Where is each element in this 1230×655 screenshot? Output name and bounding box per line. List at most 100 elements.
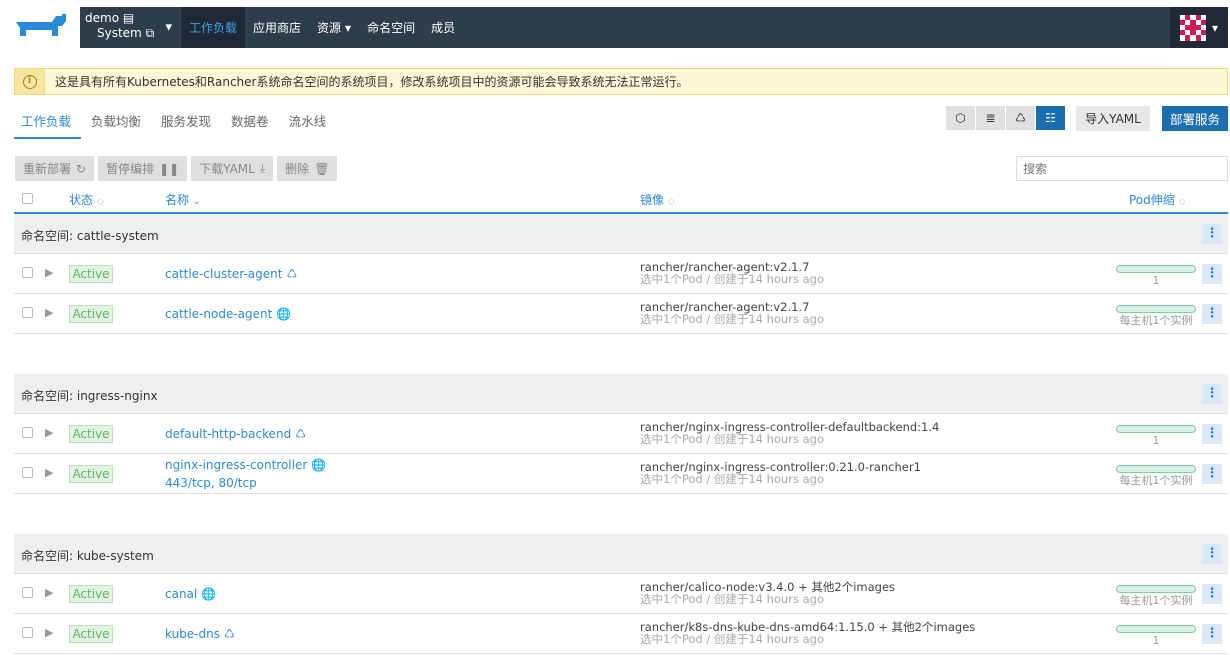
pause-icon: ❚❚ (159, 161, 180, 176)
rancher-logo-icon[interactable] (12, 12, 68, 40)
table-row: ▶ Active nginx-ingress-controller 🌐 443/t… (14, 454, 1228, 494)
col-name-label: 名称 (165, 193, 190, 207)
ports-link[interactable]: 443/tcp, 80/tcp (165, 476, 257, 490)
kebab-menu-icon[interactable]: ⋮ (1202, 224, 1222, 244)
download-yaml-button[interactable]: 下载YAML ⤓ (191, 156, 274, 181)
pod-scale-text: 每主机1个实例 (1119, 594, 1193, 607)
image-cell: rancher/rancher-agent:v2.1.7 选中1个Pod / 创建… (640, 301, 824, 325)
view-node-icon[interactable]: ⬡ (946, 106, 975, 130)
tab-pipelines[interactable]: 流水线 (282, 103, 337, 139)
row-checkbox[interactable] (22, 587, 33, 598)
pod-scale: 每主机1个实例 (1116, 465, 1196, 486)
namespace-label: 命名空间: cattle-system (21, 229, 159, 243)
chevron-down-icon: ▾ (1211, 20, 1219, 35)
refresh-icon: ↻ (76, 161, 87, 176)
kebab-menu-icon[interactable]: ⋮ (1202, 264, 1222, 284)
table-row: ▶ Active canal 🌐 rancher/calico-node:v3.4… (14, 574, 1228, 614)
nav-members[interactable]: 成员 (423, 7, 463, 48)
workload-name: cattle-cluster-agent (165, 267, 283, 281)
download-icon: ⤓ (259, 161, 266, 175)
view-mode-group: ⬡ ≣ ♺ ☷ (946, 106, 1066, 130)
kebab-menu-icon[interactable]: ⋮ (1202, 424, 1222, 444)
cluster-name: System (97, 26, 142, 40)
search-input[interactable] (1016, 156, 1228, 181)
nav-namespaces[interactable]: 命名空间 (359, 7, 423, 48)
view-list-icon[interactable]: ≣ (976, 106, 1005, 130)
table-header: 状态 ◇ 名称 ⌄ 镜像 ◇ Pod伸缩 ◇ (14, 188, 1228, 214)
pod-scale-bar (1116, 265, 1196, 273)
sort-icon: ◇ (97, 197, 104, 207)
trash-icon: 🗑 (314, 161, 330, 176)
workload-name-link[interactable]: nginx-ingress-controller 🌐 (165, 458, 326, 472)
workload-name-link[interactable]: canal 🌐 (165, 587, 216, 601)
user-menu[interactable]: ▾ (1170, 7, 1228, 48)
kebab-menu-icon[interactable]: ⋮ (1202, 584, 1222, 604)
col-image[interactable]: 镜像 ◇ (640, 191, 675, 208)
project-icon: ▤ (122, 11, 135, 25)
status-badge: Active (69, 305, 113, 323)
nav-resources[interactable]: 资源 ▾ (309, 7, 359, 48)
expand-icon[interactable]: ▶ (45, 466, 53, 479)
workload-name: cattle-node-agent (165, 307, 273, 321)
tab-service-discovery[interactable]: 服务发现 (154, 103, 221, 139)
workload-name-link[interactable]: cattle-node-agent 🌐 (165, 307, 291, 321)
nav-catalog[interactable]: 应用商店 (245, 7, 309, 48)
kebab-menu-icon[interactable]: ⋮ (1202, 544, 1222, 564)
pod-scale-text: 1 (1152, 634, 1160, 647)
workload-name-link[interactable]: kube-dns ♺ (165, 627, 235, 641)
row-checkbox[interactable] (22, 467, 33, 478)
expand-icon[interactable]: ▶ (45, 306, 53, 319)
select-all-checkbox[interactable] (22, 193, 33, 204)
import-yaml-button[interactable]: 导入YAML (1076, 106, 1150, 131)
workload-name-link[interactable]: cattle-cluster-agent ♺ (165, 267, 297, 281)
sort-icon: ◇ (1178, 197, 1186, 207)
tab-volumes[interactable]: 数据卷 (224, 103, 279, 139)
bulk-actions: 重新部署 ↻ 暂停编排 ❚❚ 下载YAML ⤓ 删除 🗑 (15, 156, 338, 181)
col-pod-scale[interactable]: Pod伸缩 ◇ (1129, 191, 1186, 208)
table-row: ▶ Active kube-dns ♺ rancher/k8s-dns-kube-… (14, 614, 1228, 654)
namespace-group-header: 命名空间: kube-system ⋮ (14, 534, 1228, 574)
top-bar: demo ▤ System ⧉ ▾ 工作负载 应用商店 资源 ▾ 命名空间 成员 … (0, 0, 1230, 48)
kebab-menu-icon[interactable]: ⋮ (1202, 384, 1222, 404)
kebab-menu-icon[interactable]: ⋮ (1202, 624, 1222, 644)
col-state[interactable]: 状态 ◇ (69, 191, 104, 208)
workload-name-link[interactable]: default-http-backend ♺ (165, 427, 306, 441)
expand-icon[interactable]: ▶ (45, 626, 53, 639)
col-name[interactable]: 名称 ⌄ (165, 191, 201, 208)
system-project-banner: i 这是具有所有Kubernetes和Rancher系统命名空间的系统项目，修改… (14, 68, 1228, 95)
row-checkbox[interactable] (22, 627, 33, 638)
expand-icon[interactable]: ▶ (45, 586, 53, 599)
kebab-menu-icon[interactable]: ⋮ (1202, 304, 1222, 324)
workload-name: default-http-backend (165, 427, 292, 441)
scale-icon: ♺ (295, 427, 306, 441)
row-checkbox[interactable] (22, 427, 33, 438)
kebab-menu-icon[interactable]: ⋮ (1202, 464, 1222, 484)
download-label: 下载YAML (199, 162, 255, 176)
pod-scale: 每主机1个实例 (1116, 305, 1196, 326)
nav-workloads[interactable]: 工作负载 (181, 7, 246, 48)
project-switcher[interactable]: demo ▤ System ⧉ ▾ (80, 7, 181, 48)
expand-icon[interactable]: ▶ (45, 426, 53, 439)
table-row: ▶ Active cattle-cluster-agent ♺ rancher/r… (14, 254, 1228, 294)
tab-load-balancing[interactable]: 负载均衡 (84, 103, 151, 139)
status-badge: Active (69, 265, 113, 283)
expand-icon[interactable]: ▶ (45, 266, 53, 279)
view-grouped-icon[interactable]: ☷ (1036, 106, 1065, 130)
redeploy-label: 重新部署 (23, 162, 72, 176)
view-scale-icon[interactable]: ♺ (1006, 106, 1035, 130)
row-checkbox[interactable] (22, 307, 33, 318)
pause-label: 暂停编排 (106, 162, 155, 176)
namespace-label: 命名空间: ingress-nginx (21, 389, 158, 403)
image-sub: 选中1个Pod / 创建于14 hours ago (640, 312, 825, 326)
row-checkbox[interactable] (22, 267, 33, 278)
pause-button[interactable]: 暂停编排 ❚❚ (98, 156, 188, 181)
tab-workloads[interactable]: 工作负载 (14, 103, 82, 139)
image-sub: 选中1个Pod / 创建于14 hours ago (640, 632, 825, 646)
chevron-down-icon: ▾ (165, 20, 172, 35)
deploy-button[interactable]: 部署服务 (1162, 106, 1228, 131)
status-badge: Active (69, 625, 113, 643)
delete-button[interactable]: 删除 🗑 (277, 156, 338, 181)
redeploy-button[interactable]: 重新部署 ↻ (15, 156, 95, 181)
pod-scale-bar (1116, 585, 1196, 593)
